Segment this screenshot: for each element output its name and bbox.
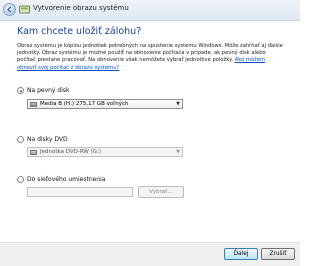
- dialog-window: Vytvorenie obrazu systému Kam chcete ulo…: [0, 0, 300, 266]
- dropdown-arrow-icon: ▼: [176, 101, 180, 107]
- hard-disk-label: Na pevný disk: [27, 87, 70, 94]
- browse-button[interactable]: Vybrať...: [138, 186, 184, 198]
- dvd-label: Na disky DVD: [27, 136, 68, 143]
- network-label: Do sieťového umiestnenia: [27, 176, 106, 183]
- option-hard-disk[interactable]: Na pevný disk: [17, 87, 69, 94]
- page-heading: Kam chcete uložiť zálohu?: [17, 26, 142, 37]
- hard-disk-value: Media B (H:) 275,17 GB voľných: [40, 101, 129, 107]
- dvd-value: Jednotka DVD-RW (G:): [40, 149, 102, 155]
- option-dvd[interactable]: Na disky DVD: [17, 136, 68, 143]
- network-radio[interactable]: [17, 176, 24, 183]
- title-bar: Vytvorenie obrazu systému: [0, 0, 300, 21]
- dvd-drive-icon: [30, 149, 37, 155]
- backup-app-icon: [19, 5, 30, 14]
- hard-disk-select[interactable]: Media B (H:) 275,17 GB voľných ▼: [27, 99, 183, 109]
- dropdown-arrow-icon: ▼: [176, 149, 180, 155]
- hard-drive-icon: [30, 101, 37, 107]
- back-arrow-icon: [7, 6, 12, 13]
- hard-disk-radio[interactable]: [17, 87, 24, 94]
- dvd-select[interactable]: Jednotka DVD-RW (G:) ▼: [27, 147, 183, 157]
- cancel-button[interactable]: Zrušiť: [261, 248, 295, 260]
- description: Obraz systému je kópiou jednotiek potreb…: [17, 43, 285, 72]
- back-button[interactable]: [3, 3, 16, 16]
- network-location-input[interactable]: [27, 187, 133, 197]
- window-title: Vytvorenie obrazu systému: [33, 4, 129, 12]
- next-button[interactable]: Ďalej: [224, 248, 258, 260]
- dvd-radio[interactable]: [17, 136, 24, 143]
- option-network[interactable]: Do sieťového umiestnenia: [17, 176, 105, 183]
